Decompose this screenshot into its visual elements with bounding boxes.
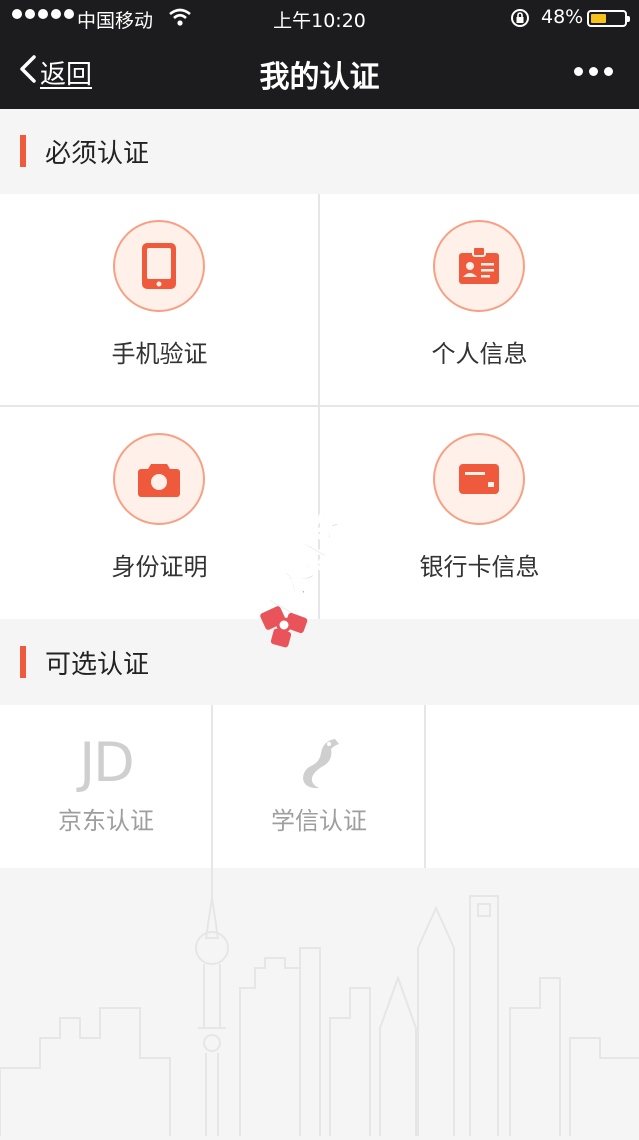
required-section-header: 必须认证 bbox=[0, 109, 639, 194]
phone-icon bbox=[113, 220, 205, 312]
page-title: 我的认证 bbox=[259, 60, 380, 95]
jd-verification-item[interactable]: JD 京东认证 bbox=[0, 705, 212, 868]
rotation-lock-icon bbox=[509, 7, 531, 34]
optional-grid: JD 京东认证 学信认证 bbox=[0, 705, 639, 868]
item-label: 手机验证 bbox=[111, 340, 208, 368]
more-icon[interactable] bbox=[574, 67, 613, 76]
xuexin-verification-item[interactable]: 学信认证 bbox=[213, 705, 425, 868]
chevron-left-icon bbox=[18, 54, 38, 91]
xuexin-logo-icon bbox=[213, 735, 425, 795]
jd-logo-icon: JD bbox=[79, 731, 135, 794]
section-accent-bar bbox=[20, 646, 26, 678]
camera-icon bbox=[113, 433, 205, 525]
item-label: 京东认证 bbox=[58, 807, 154, 835]
battery-icon bbox=[587, 10, 630, 27]
item-label: 学信认证 bbox=[271, 807, 367, 835]
status-bar: 中国移动 上午10:20 48% bbox=[0, 0, 639, 36]
personal-info-item[interactable]: 个人信息 bbox=[320, 194, 639, 406]
phone-verification-item[interactable]: 手机验证 bbox=[0, 194, 319, 406]
section-accent-bar bbox=[20, 135, 26, 167]
battery-percent: 48% bbox=[541, 6, 584, 28]
id-badge-icon bbox=[433, 220, 525, 312]
required-section-title: 必须认证 bbox=[45, 139, 150, 169]
back-button[interactable]: 返回 bbox=[18, 54, 92, 91]
back-label: 返回 bbox=[40, 60, 93, 90]
city-skyline-illustration bbox=[0, 868, 639, 1136]
top-bar: 中国移动 上午10:20 48% 返回 我的认证 bbox=[0, 0, 639, 109]
optional-section-title: 可选认证 bbox=[45, 650, 150, 680]
bank-card-icon bbox=[433, 433, 525, 525]
item-label: 个人信息 bbox=[431, 340, 528, 368]
community-watermark: 卡农社区 bbox=[250, 475, 390, 655]
navigation-bar: 返回 我的认证 bbox=[0, 36, 639, 109]
